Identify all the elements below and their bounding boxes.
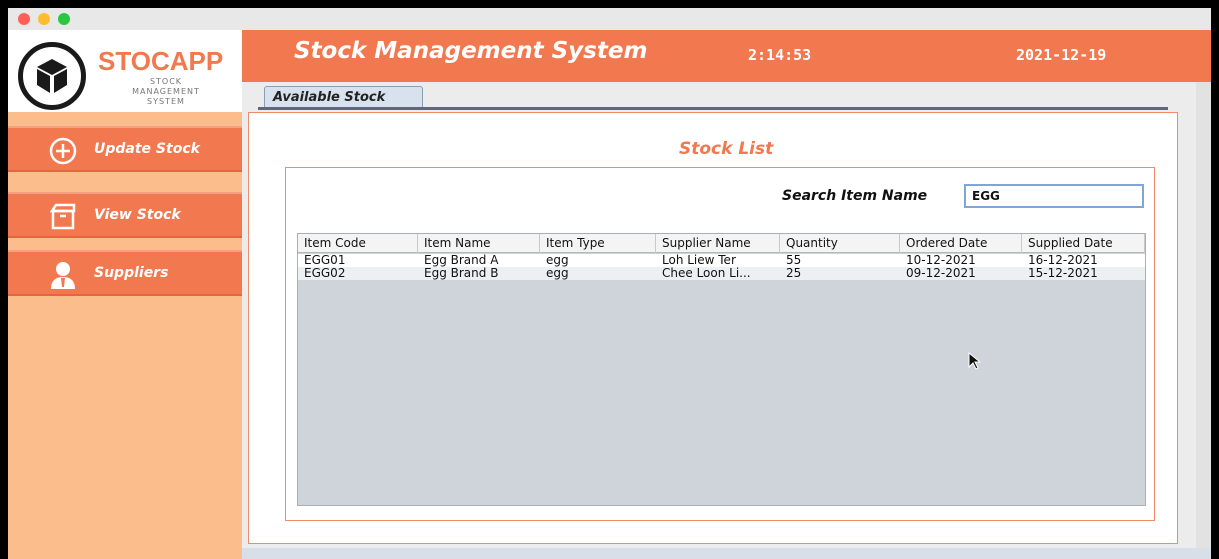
stock-list-frame: Search Item Name Item Code Item Name Ite…: [285, 167, 1155, 521]
cell-item-type: egg: [546, 267, 569, 280]
search-label: Search Item Name: [782, 188, 928, 204]
cell-item-name: Egg Brand A: [424, 254, 499, 267]
update-stock-button[interactable]: Update Stock: [8, 126, 242, 172]
logo-subtitle: STOCK MANAGEMENT SYSTEM: [108, 77, 224, 107]
cell-quantity: 25: [786, 267, 802, 280]
clock: 2:14:53: [748, 46, 812, 64]
stock-table[interactable]: Item Code Item Name Item Type Supplier N…: [297, 233, 1146, 506]
cell-item-code: EGG01: [304, 254, 346, 267]
tab-available-stock[interactable]: Available Stock: [264, 86, 423, 108]
logo-subtitle-line: STOCK: [149, 77, 183, 86]
view-stock-label: View Stock: [94, 207, 181, 223]
logo-title: STOCAPP: [98, 46, 224, 76]
suppliers-button[interactable]: Suppliers: [8, 250, 242, 296]
logo-cube-icon: [18, 42, 86, 110]
cell-quantity: 55: [786, 254, 802, 267]
view-stock-button[interactable]: View Stock: [8, 192, 242, 238]
zoom-window-button[interactable]: [58, 13, 70, 25]
cell-item-type: egg: [546, 254, 569, 267]
box-icon: [49, 203, 76, 230]
app-title: Stock Management System: [294, 38, 648, 64]
column-header-item-type[interactable]: Item Type: [540, 234, 656, 253]
search-input[interactable]: [964, 184, 1144, 208]
update-stock-label: Update Stock: [94, 141, 200, 157]
minimize-window-button[interactable]: [38, 13, 50, 25]
sidebar: STOCAPP STOCK MANAGEMENT SYSTEM Update S…: [8, 30, 242, 559]
cell-supplied-date: 16-12-2021: [1028, 254, 1098, 267]
cell-supplied-date: 15-12-2021: [1028, 267, 1098, 280]
logo: STOCAPP STOCK MANAGEMENT SYSTEM: [8, 30, 242, 112]
cell-supplier-name: Loh Liew Ter: [662, 254, 736, 267]
tab-underline: [258, 107, 1168, 110]
table-row[interactable]: EGG02 Egg Brand B egg Chee Loon Li... 25…: [298, 267, 1145, 280]
cell-item-name: Egg Brand B: [424, 267, 499, 280]
app-window: STOCAPP STOCK MANAGEMENT SYSTEM Update S…: [8, 8, 1211, 559]
column-header-supplied-date[interactable]: Supplied Date: [1022, 234, 1145, 253]
plus-circle-icon: [49, 137, 77, 165]
suppliers-label: Suppliers: [94, 265, 169, 281]
cell-supplier-name: Chee Loon Li...: [662, 267, 751, 280]
logo-subtitle-line: SYSTEM: [147, 97, 185, 106]
table-row[interactable]: EGG01 Egg Brand A egg Loh Liew Ter 55 10…: [298, 254, 1145, 267]
close-window-button[interactable]: [18, 13, 30, 25]
column-header-quantity[interactable]: Quantity: [780, 234, 900, 253]
column-header-item-name[interactable]: Item Name: [418, 234, 540, 253]
window-titlebar: [8, 8, 1211, 30]
window-bottom-edge: [242, 548, 1211, 559]
column-header-ordered-date[interactable]: Ordered Date: [900, 234, 1022, 253]
logo-subtitle-line: MANAGEMENT: [132, 87, 200, 96]
header-bar: Stock Management System 2:14:53 2021-12-…: [242, 30, 1211, 82]
cell-item-code: EGG02: [304, 267, 346, 280]
page-title: Stock List: [679, 139, 774, 159]
mouse-pointer-icon: [968, 352, 982, 370]
window-edge: [1196, 82, 1211, 548]
cell-ordered-date: 10-12-2021: [906, 254, 976, 267]
date-display: 2021-12-19: [1016, 46, 1107, 64]
column-header-supplier-name[interactable]: Supplier Name: [656, 234, 780, 253]
stock-list-panel: Stock List Search Item Name Item Code It…: [248, 112, 1178, 544]
column-header-item-code[interactable]: Item Code: [298, 234, 418, 253]
user-icon: [51, 262, 75, 289]
cell-ordered-date: 09-12-2021: [906, 267, 976, 280]
table-header: Item Code Item Name Item Type Supplier N…: [298, 234, 1145, 253]
